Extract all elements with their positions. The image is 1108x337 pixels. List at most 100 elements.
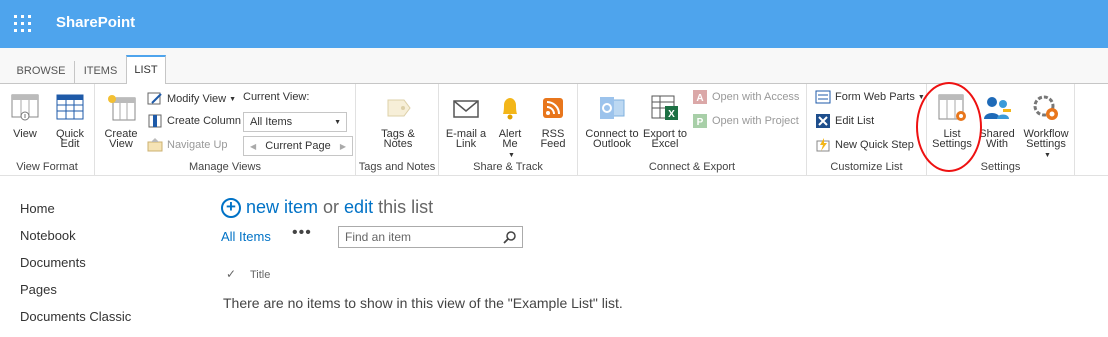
- new-quick-step-label: New Quick Step: [835, 139, 914, 151]
- navigate-up-label: Navigate Up: [167, 139, 228, 151]
- chevron-down-icon: ▼: [508, 152, 515, 159]
- search-input[interactable]: Find an item: [338, 226, 523, 248]
- app-launcher-icon[interactable]: [14, 15, 32, 33]
- suite-bar: SharePoint: [0, 0, 1108, 48]
- tab-items[interactable]: ITEMS: [74, 61, 126, 84]
- email-label-2: Link: [455, 138, 477, 150]
- view-icon: [11, 94, 39, 121]
- select-all-checkmark[interactable]: ✓: [226, 267, 236, 281]
- group-customize-list: Form Web Parts ▼ Edit List New Quick Step…: [807, 84, 927, 176]
- quick-step-icon: [816, 138, 830, 152]
- group-label-share-track: Share & Track: [473, 161, 543, 173]
- export-excel-button[interactable]: X Export to Excel: [642, 92, 688, 150]
- ribbon-tab-row: BROWSE ITEMS LIST: [0, 48, 1108, 85]
- rss-icon: [543, 98, 563, 118]
- quick-edit-button[interactable]: Quick Edit: [50, 92, 90, 150]
- shared-with-label-2: With: [986, 138, 1008, 150]
- group-connect-export: Connect to Outlook X Export to Excel A O…: [578, 84, 807, 176]
- group-label-customize-list: Customize List: [830, 161, 903, 173]
- group-share-track: E-mail a Link Alert Me ▼ RSS Feed Share &…: [439, 84, 578, 176]
- previous-page-icon[interactable]: ◀: [250, 142, 256, 151]
- view-button[interactable]: View: [6, 92, 44, 140]
- current-page-pager[interactable]: ◀ Current Page ▶: [243, 136, 353, 156]
- group-view-format: View Quick Edit View Format: [0, 84, 95, 176]
- tab-browse[interactable]: BROWSE: [10, 61, 72, 84]
- bell-icon: [503, 98, 517, 120]
- nav-item-notebook[interactable]: Notebook: [20, 228, 131, 255]
- nav-item-pages[interactable]: Pages: [20, 282, 131, 309]
- create-column-button[interactable]: Create Column: [147, 111, 241, 131]
- edit-list-button[interactable]: Edit List: [815, 111, 874, 131]
- shared-with-icon: [984, 97, 1011, 119]
- quick-edit-icon: [56, 94, 84, 120]
- email-link-button[interactable]: E-mail a Link: [445, 92, 487, 150]
- svg-text:P: P: [697, 117, 704, 128]
- workflow-settings-icon: [1033, 95, 1058, 120]
- empty-list-message: There are no items to show in this view …: [223, 295, 623, 311]
- chevron-down-icon: ▼: [229, 95, 237, 103]
- navigate-up-icon: [147, 138, 163, 152]
- shared-with-button[interactable]: Shared With: [977, 92, 1017, 150]
- create-view-button[interactable]: Create View: [101, 92, 141, 150]
- outlook-icon: [600, 97, 625, 119]
- edit-link[interactable]: edit: [344, 197, 373, 218]
- search-icon[interactable]: [503, 230, 517, 244]
- nav-item-documents-classic[interactable]: Documents Classic: [20, 309, 131, 336]
- current-page-label: Current Page: [265, 140, 331, 152]
- navigate-up-button[interactable]: Navigate Up: [147, 135, 228, 155]
- open-project-label: Open with Project: [712, 115, 799, 127]
- edit-list-label: Edit List: [835, 115, 875, 127]
- view-selector-all-items[interactable]: All Items: [221, 229, 271, 244]
- create-column-label: Create Column: [167, 115, 241, 127]
- email-icon: [453, 100, 479, 118]
- svg-text:A: A: [696, 93, 703, 104]
- new-quick-step-button[interactable]: New Quick Step: [815, 135, 914, 155]
- svg-text:X: X: [668, 109, 675, 120]
- nav-item-documents[interactable]: Documents: [20, 255, 131, 282]
- modify-view-label: Modify View: [167, 93, 227, 105]
- alert-label-2: Me: [502, 138, 518, 150]
- current-view-select[interactable]: All Items ▼: [243, 112, 347, 132]
- current-view-value: All Items: [250, 116, 293, 128]
- workflow-settings-button[interactable]: Workflow Settings ▼: [1021, 92, 1071, 161]
- excel-label-2: Excel: [651, 138, 679, 150]
- form-web-parts-button[interactable]: Form Web Parts ▼: [815, 87, 925, 107]
- tab-list[interactable]: LIST: [126, 55, 166, 85]
- chevron-down-icon: ▼: [334, 118, 341, 126]
- alert-me-button[interactable]: Alert Me ▼: [491, 92, 529, 161]
- or-text: or: [323, 197, 340, 217]
- rss-feed-button[interactable]: RSS Feed: [533, 92, 573, 150]
- connect-outlook-button[interactable]: Connect to Outlook: [582, 92, 642, 150]
- project-icon: P: [693, 114, 707, 128]
- workflow-label-2-wrap: Settings ▼: [1021, 139, 1071, 161]
- modify-view-button[interactable]: Modify View ▼: [147, 89, 236, 109]
- nav-item-home[interactable]: Home: [20, 201, 131, 228]
- create-view-label-2: View: [109, 138, 133, 150]
- more-options-icon[interactable]: •••: [292, 224, 312, 242]
- tags-label-2: Notes: [383, 138, 413, 150]
- next-page-icon[interactable]: ▶: [340, 142, 346, 151]
- group-tags-notes: Tags & Notes Tags and Notes: [356, 84, 439, 176]
- quick-edit-label-2: Edit: [60, 138, 80, 150]
- column-header-title[interactable]: Title: [250, 269, 270, 281]
- form-web-parts-icon: [815, 90, 831, 104]
- open-access-button[interactable]: A Open with Access: [692, 87, 799, 107]
- tag-icon: [387, 99, 411, 117]
- brand-title[interactable]: SharePoint: [56, 14, 135, 31]
- alert-label-2-wrap: Me ▼: [491, 139, 529, 161]
- new-item-bar: + new item or edit this list: [221, 197, 433, 218]
- open-project-button[interactable]: P Open with Project: [692, 111, 799, 131]
- access-icon: A: [693, 90, 707, 104]
- edit-list-icon: [816, 114, 830, 128]
- highlight-circle: [916, 82, 982, 172]
- tags-notes-button[interactable]: Tags & Notes: [376, 92, 420, 150]
- current-view-label: Current View:: [243, 91, 310, 103]
- outlook-label-2: Outlook: [593, 138, 631, 150]
- rss-label-2: Feed: [540, 138, 566, 150]
- view-label: View: [13, 128, 37, 140]
- new-item-link[interactable]: new item: [246, 197, 318, 218]
- form-web-parts-label: Form Web Parts: [835, 91, 915, 103]
- workflow-label-2: Settings: [1026, 138, 1066, 150]
- add-icon[interactable]: +: [221, 197, 241, 218]
- chevron-down-icon: ▼: [1044, 152, 1051, 159]
